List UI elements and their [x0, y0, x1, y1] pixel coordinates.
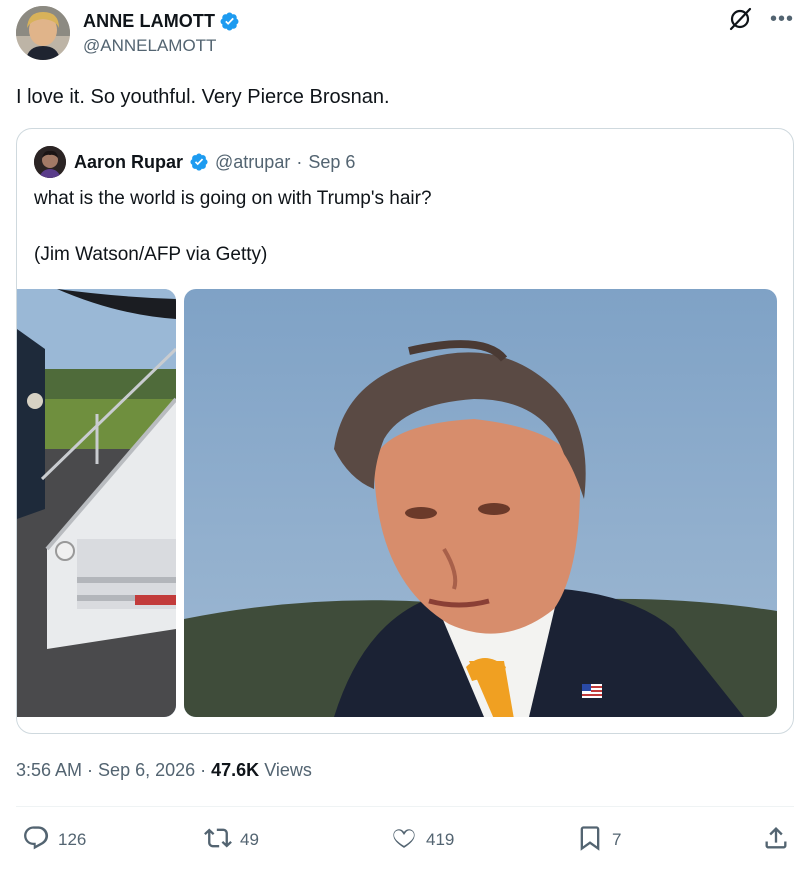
reply-count: 126: [58, 830, 87, 849]
quote-photo-stairs[interactable]: [17, 289, 176, 717]
divider: [16, 806, 794, 807]
action-bar: 126 49 419 7: [16, 820, 794, 860]
post-header: ANNE LAMOTT @ANNELAMOTT •••: [16, 6, 794, 62]
quote-text-line: what is the world is going on with Trump…: [34, 188, 432, 209]
author-avatar[interactable]: [16, 6, 70, 60]
bookmark-icon: [576, 824, 604, 857]
repost-button[interactable]: 49: [204, 820, 259, 860]
quote-text: what is the world is going on with Trump…: [34, 185, 774, 269]
post-time[interactable]: 3:56 AM: [16, 760, 82, 781]
repost-icon: [204, 824, 232, 857]
quote-author-avatar[interactable]: [34, 146, 66, 178]
grok-icon[interactable]: [728, 6, 754, 32]
heart-icon: [390, 824, 418, 857]
author-handle[interactable]: @ANNELAMOTT: [83, 36, 240, 56]
reply-icon: [22, 824, 50, 857]
meta-separator: ·: [200, 760, 207, 780]
author-name[interactable]: ANNE LAMOTT: [83, 11, 215, 32]
quote-date[interactable]: Sep 6: [308, 152, 355, 173]
repost-count: 49: [240, 830, 259, 849]
bookmark-button[interactable]: 7: [576, 820, 621, 860]
meta-separator: ·: [87, 760, 94, 780]
quote-separator: ·: [296, 151, 303, 172]
verified-badge-icon[interactable]: [219, 11, 240, 32]
reply-button[interactable]: 126: [22, 820, 86, 860]
quote-verified-badge-icon: [189, 152, 209, 172]
like-count: 419: [426, 830, 455, 849]
post-meta: 3:56 AM · Sep 6, 2026 · 47.6K Views: [16, 760, 312, 781]
quote-text-credit: (Jim Watson/AFP via Getty): [34, 244, 268, 265]
quote-photo-portrait[interactable]: [184, 289, 777, 717]
more-icon[interactable]: •••: [770, 9, 794, 29]
share-icon: [762, 824, 790, 857]
quote-author-handle: @atrupar: [215, 151, 291, 172]
quoted-post[interactable]: Aaron Rupar @atrupar · Sep 6 what is the…: [16, 128, 794, 734]
post-text: I love it. So youthful. Very Pierce Bros…: [16, 86, 390, 108]
views-label: Views: [264, 760, 312, 780]
share-button[interactable]: [762, 820, 790, 860]
bookmark-count: 7: [612, 830, 622, 849]
quote-author-name[interactable]: Aaron Rupar: [74, 152, 183, 173]
like-button[interactable]: 419: [390, 820, 454, 860]
views-count[interactable]: 47.6K: [211, 760, 259, 781]
post-date[interactable]: Sep 6, 2026: [98, 760, 195, 781]
